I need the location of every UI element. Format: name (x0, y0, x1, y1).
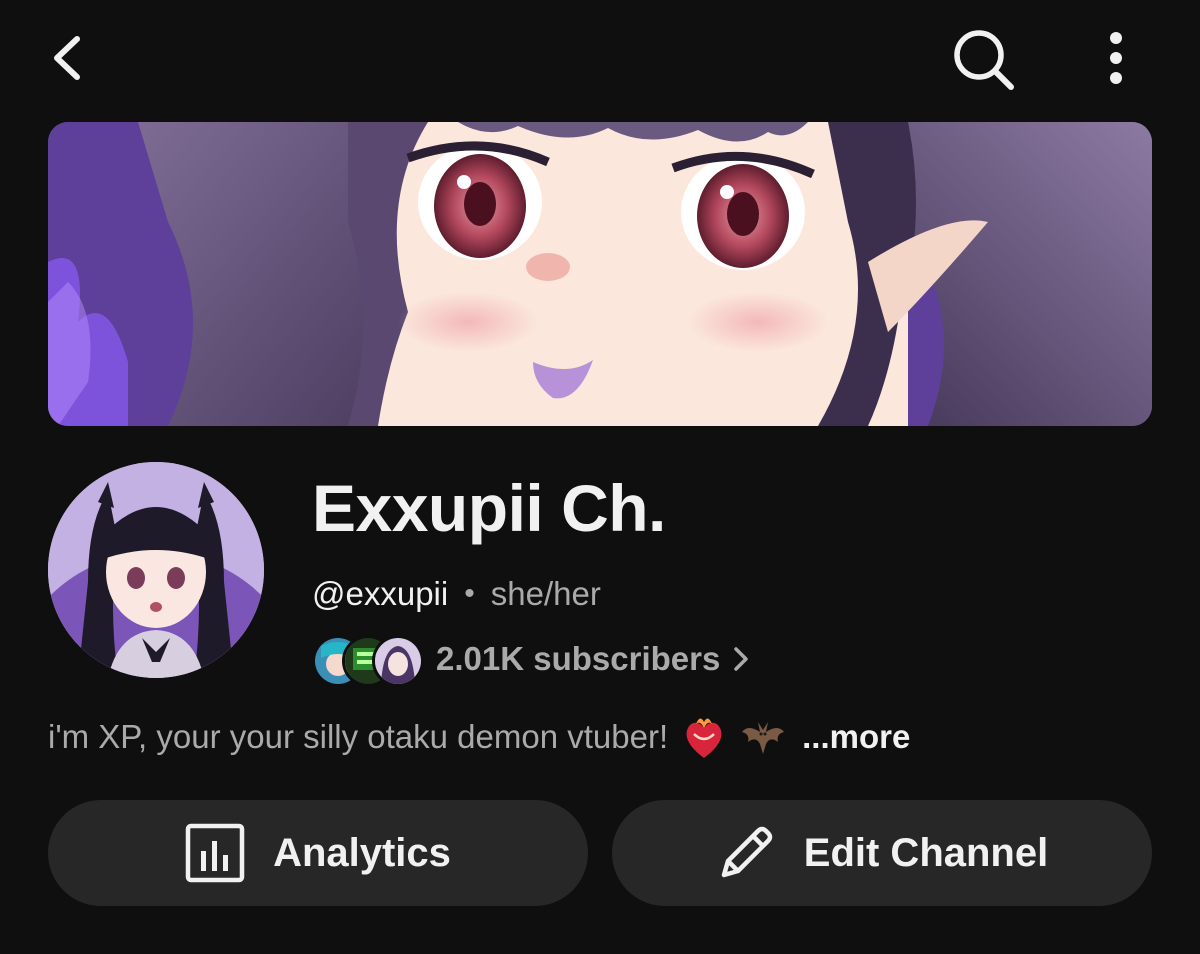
bat-emoji-icon (740, 714, 786, 760)
avatar-image (48, 462, 264, 678)
description-text: i'm XP, your your silly otaku demon vtub… (48, 718, 669, 755)
more-vertical-icon (1110, 32, 1122, 84)
edit-channel-button[interactable]: Edit Channel (612, 800, 1152, 906)
channel-avatar[interactable] (48, 462, 264, 678)
heart-on-fire-emoji-icon (682, 714, 726, 760)
channel-handle: @exxupii (312, 575, 449, 612)
analytics-label: Analytics (273, 830, 451, 875)
top-app-bar (0, 0, 1200, 110)
more-options-button[interactable] (1086, 26, 1146, 90)
analytics-button[interactable]: Analytics (48, 800, 588, 906)
channel-banner (48, 122, 1152, 426)
analytics-icon (185, 823, 245, 883)
channel-description[interactable]: i'm XP, your your silly otaku demon vtub… (48, 712, 910, 762)
channel-name: Exxupii Ch. (312, 471, 666, 545)
subscriber-avatar (372, 635, 424, 687)
edit-channel-label: Edit Channel (803, 830, 1049, 875)
subscribers-row[interactable]: 2.01K subscribers (312, 630, 750, 688)
subscriber-count: 2.01K subscribers (436, 640, 721, 677)
more-link[interactable]: ...more (802, 718, 910, 756)
channel-pronouns: she/her (490, 575, 601, 612)
chevron-right-icon (732, 645, 750, 673)
handle-row: @exxupii • she/her (312, 572, 601, 616)
chevron-left-icon (54, 36, 80, 80)
separator-dot: • (464, 577, 475, 610)
search-button[interactable] (946, 22, 1022, 98)
pencil-icon (716, 823, 776, 883)
search-icon (954, 30, 1014, 90)
banner-artwork-image (48, 122, 1152, 426)
subscriber-avatar-stack (312, 631, 424, 687)
back-button[interactable] (36, 26, 100, 90)
